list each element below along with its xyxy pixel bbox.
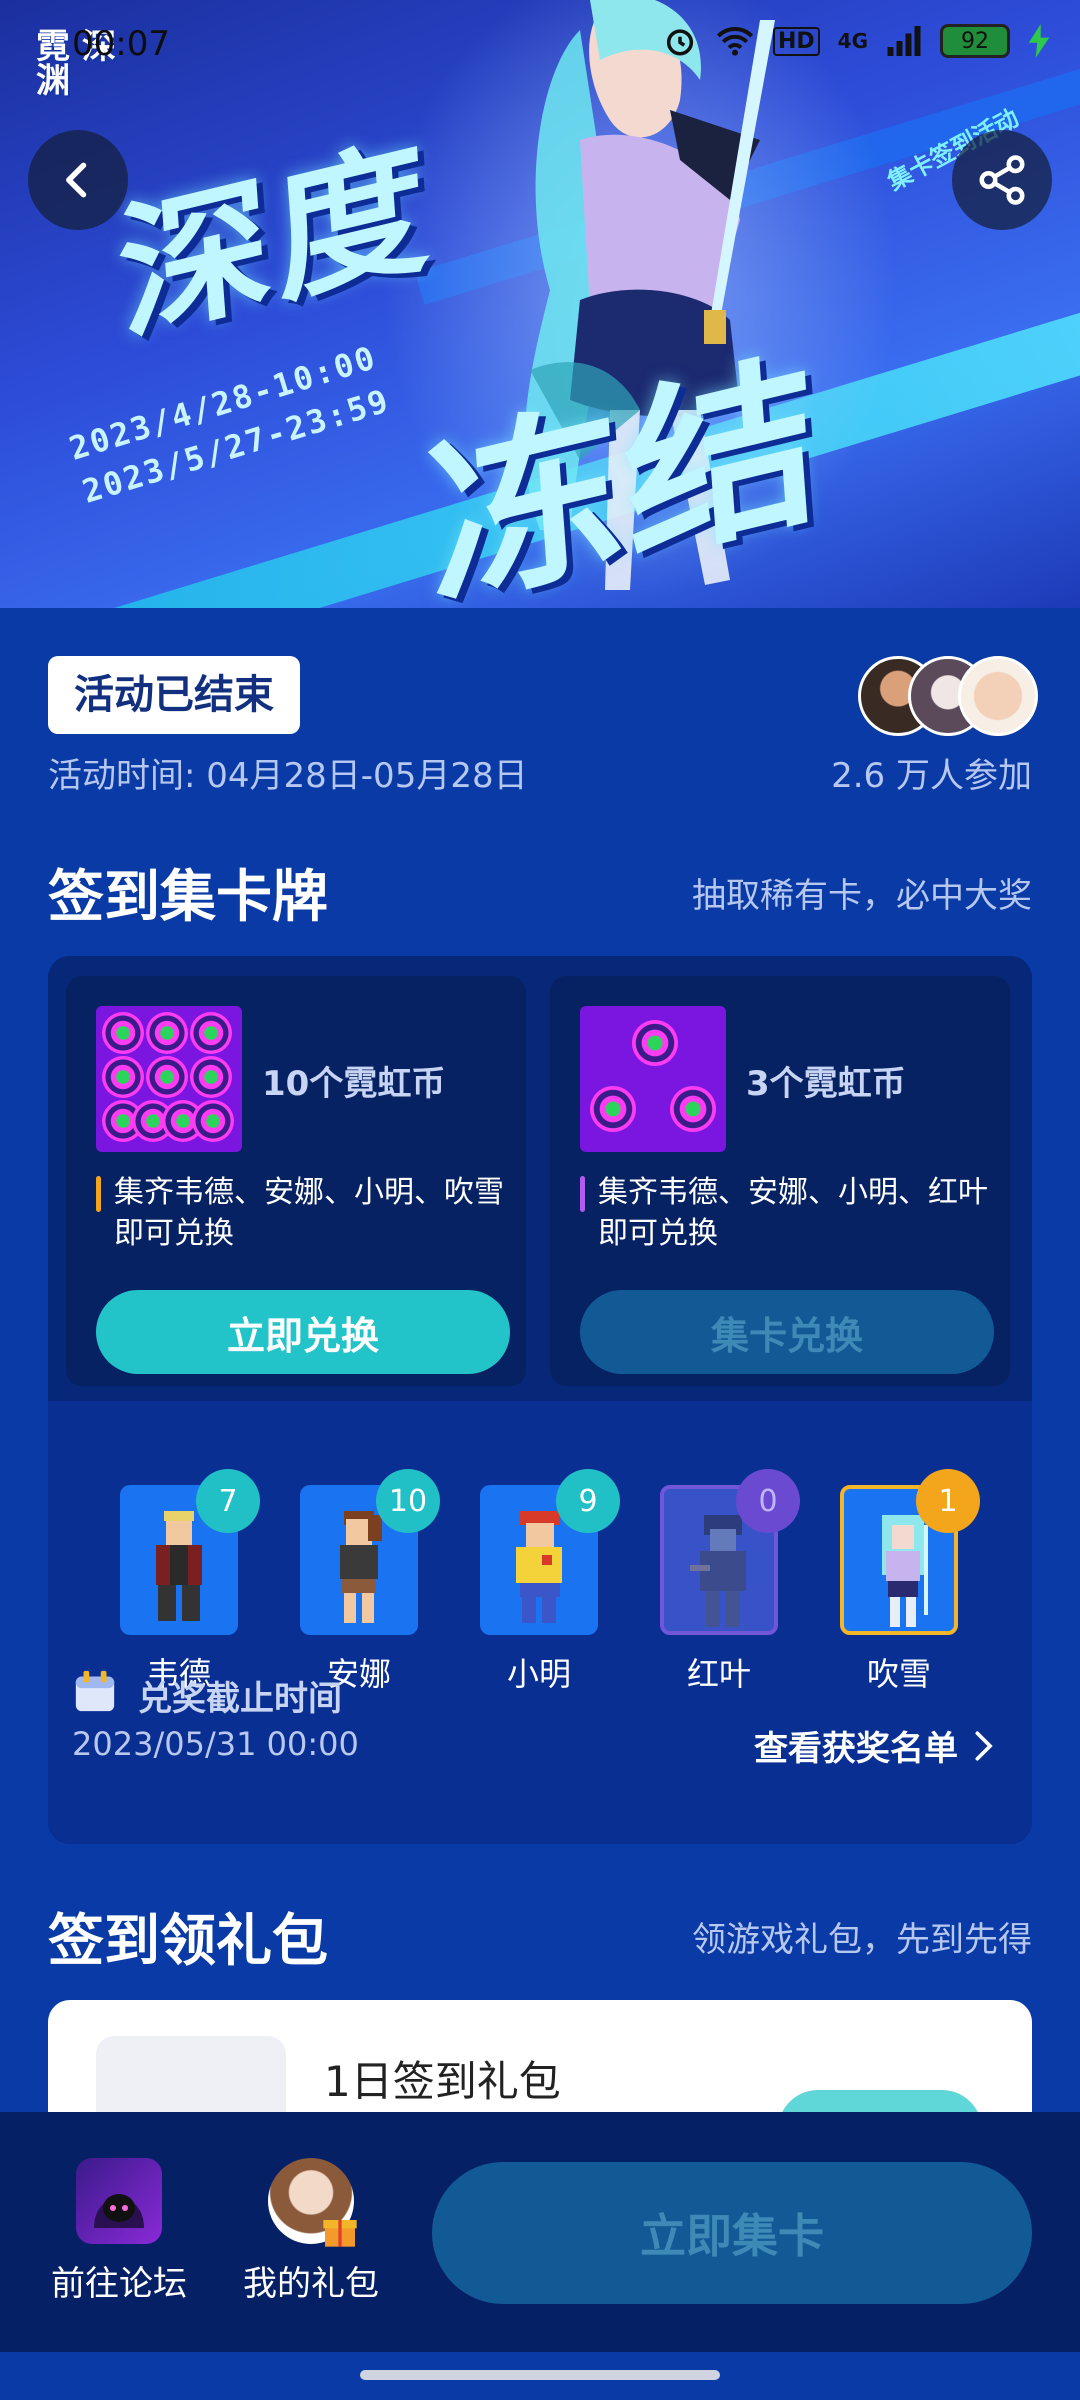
section-title-cards: 签到集卡牌 <box>48 865 328 930</box>
reward-label: 10个霓虹币 <box>262 1064 446 1104</box>
exchange-card: 3个霓虹币 集齐韦德、安娜、小明、红叶 即可兑换 集卡兑换 <box>550 976 1010 1386</box>
exchange-row: 10个霓虹币 集齐韦德、安娜、小明、吹雪 即可兑换 立即兑换 3个霓虹币 集齐韦… <box>48 956 1032 1401</box>
chevron-left-icon <box>66 162 87 198</box>
card-count-badge: 10 <box>376 1469 440 1533</box>
character-card-hongye[interactable]: 0 红叶 <box>660 1469 800 1693</box>
gift-box-icon <box>323 2220 357 2247</box>
exchange-desc-line: 即可兑换 <box>598 1216 718 1252</box>
back-button[interactable] <box>28 130 128 230</box>
status-time: 00:07 <box>72 24 170 64</box>
share-icon <box>979 155 1025 205</box>
banner-date-range: 2023/4/28-10:00 2023/5/27-23:59 <box>64 335 395 514</box>
alarm-icon <box>666 29 694 56</box>
home-indicator[interactable] <box>360 2370 720 2380</box>
my-gifts-icon <box>268 2158 357 2247</box>
character-cards: 7 韦德 10 安娜 9 小明 0 红叶 1 吹雪 兑奖截止时间 2023/05… <box>48 1401 1032 1844</box>
character-name: 红叶 <box>686 1655 751 1693</box>
character-name: 小明 <box>506 1655 571 1693</box>
character-card-anna[interactable]: 10 安娜 <box>300 1469 440 1693</box>
exchange-desc-line: 集齐韦德、安娜、小明、吹雪 <box>114 1175 504 1210</box>
neon-coin-icon <box>580 1006 726 1152</box>
collect-cards-button[interactable]: 立即集卡 <box>432 2162 1032 2304</box>
wade-sprite <box>156 1511 202 1621</box>
deadline-label: 兑奖截止时间 <box>138 1679 342 1719</box>
forum-nav-button[interactable]: 前往论坛 <box>44 2158 194 2305</box>
calendar-icon <box>75 1670 115 1712</box>
xiaoming-sprite <box>516 1511 562 1623</box>
accent-bar <box>580 1176 585 1212</box>
chevron-right-icon <box>975 1730 993 1761</box>
hd-icon: HD <box>772 26 820 56</box>
neon-coin-icon <box>96 1006 242 1152</box>
signal-icon <box>887 26 921 56</box>
card-exchange-button[interactable]: 集卡兑换 <box>580 1290 994 1374</box>
character-card-chuixue[interactable]: 1 吹雪 <box>840 1469 980 1693</box>
hooded-character-icon <box>94 2194 144 2228</box>
character-card-wade[interactable]: 7 韦德 <box>120 1469 260 1693</box>
wifi-icon <box>716 27 754 56</box>
forum-icon <box>76 2158 162 2244</box>
network-type: 4G <box>837 29 868 53</box>
card-count-badge: 9 <box>556 1469 620 1533</box>
character-name: 吹雪 <box>866 1655 931 1693</box>
exchange-description: 集齐韦德、安娜、小明、红叶 即可兑换 <box>580 1172 990 1255</box>
accent-bar <box>96 1176 101 1212</box>
participant-avatars <box>858 656 1038 736</box>
chuixue-sprite <box>882 1515 928 1627</box>
exchange-desc-line: 即可兑换 <box>114 1216 234 1252</box>
battery-level: 92 <box>961 28 989 54</box>
exchange-description: 集齐韦德、安娜、小明、吹雪 即可兑换 <box>96 1172 506 1255</box>
reward-label: 3个霓虹币 <box>746 1064 906 1104</box>
battery-icon: 92 <box>940 24 1010 58</box>
participant-count: 2.6 万人参加 <box>831 756 1032 796</box>
exchange-card: 10个霓虹币 集齐韦德、安娜、小明、吹雪 即可兑换 立即兑换 <box>66 976 526 1386</box>
card-count-badge: 0 <box>736 1469 800 1533</box>
section-title-gifts: 签到领礼包 <box>48 1909 328 1974</box>
status-icons: HD 4G 92 <box>663 24 1050 58</box>
anna-sprite <box>340 1511 382 1623</box>
share-button[interactable] <box>952 130 1052 230</box>
deadline-value: 2023/05/31 00:00 <box>72 1725 359 1763</box>
card-count-badge: 1 <box>916 1469 980 1533</box>
my-gifts-nav-button[interactable]: 我的礼包 <box>236 2158 386 2305</box>
my-gifts-label: 我的礼包 <box>243 2264 379 2304</box>
activity-time: 活动时间: 04月28日-05月28日 <box>48 756 528 796</box>
exchange-desc-line: 集齐韦德、安娜、小明、红叶 <box>598 1175 988 1210</box>
bottom-action-bar: 前往论坛 我的礼包 立即集卡 <box>0 2112 1080 2352</box>
section-subtitle-cards: 抽取稀有卡，必中大奖 <box>692 876 1032 916</box>
card-count-badge: 7 <box>196 1469 260 1533</box>
avatar <box>958 656 1038 736</box>
event-status-badge: 活动已结束 <box>48 656 300 734</box>
view-winners-link[interactable]: 查看获奖名单 <box>754 1721 998 1770</box>
gift-title: 1日签到礼包 <box>324 2057 561 2106</box>
event-banner: 深度 冻结 2023/4/28-10:00 2023/5/27-23:59 集卡… <box>0 0 1080 608</box>
view-winners-label: 查看获奖名单 <box>754 1729 958 1769</box>
redeem-now-button[interactable]: 立即兑换 <box>96 1290 510 1374</box>
card-collection-panel: 10个霓虹币 集齐韦德、安娜、小明、吹雪 即可兑换 立即兑换 3个霓虹币 集齐韦… <box>48 956 1032 1844</box>
charging-icon <box>1028 24 1050 58</box>
section-subtitle-gifts: 领游戏礼包，先到先得 <box>692 1920 1032 1960</box>
forum-label: 前往论坛 <box>51 2264 187 2304</box>
hongye-sprite <box>690 1515 746 1627</box>
character-card-xiaoming[interactable]: 9 小明 <box>480 1469 620 1693</box>
